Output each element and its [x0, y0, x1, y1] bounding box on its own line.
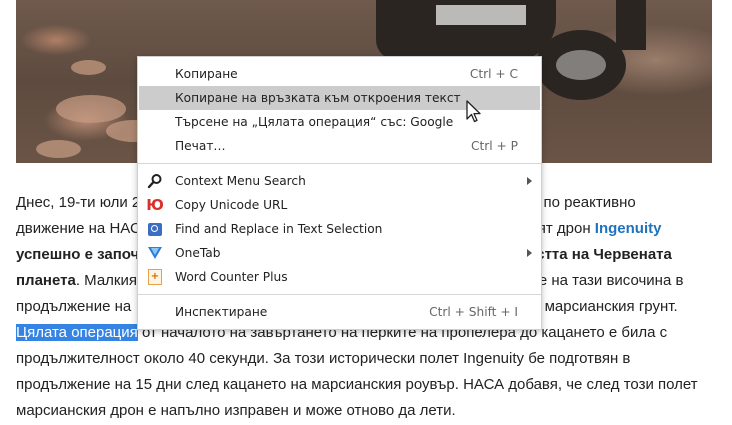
menu-item-label: Копиране на връзката към откроения текст: [175, 91, 461, 105]
menu-separator: [138, 294, 541, 295]
submenu-arrow-icon: [527, 177, 532, 185]
menu-item-find-and-replace[interactable]: Find and Replace in Text Selection: [139, 217, 540, 241]
article-line: продължителност около 40 секунди. За тоз…: [16, 350, 631, 367]
mouse-cursor-icon: [466, 100, 481, 123]
menu-item-print[interactable]: Печат… Ctrl + P: [139, 134, 540, 158]
magnifier-icon: [146, 172, 164, 190]
menu-item-label: Търсене на „Цялата операция“ със: Google: [175, 115, 454, 129]
menu-item-inspect[interactable]: Инспектиране Ctrl + Shift + I: [139, 300, 540, 324]
selected-text[interactable]: Цялата операция: [16, 324, 138, 341]
article-line: продължение на 15 дни след кацането на м…: [16, 376, 698, 393]
onetab-icon: [146, 244, 164, 262]
menu-item-label: OneTab: [175, 246, 221, 260]
menu-item-label: Copy Unicode URL: [175, 198, 288, 212]
menu-item-label: Печат…: [175, 139, 226, 153]
menu-item-label: Копиране: [175, 67, 238, 81]
context-menu: Копиране Ctrl + C Копиране на връзката к…: [137, 56, 542, 330]
menu-item-copy[interactable]: Копиране Ctrl + C: [139, 62, 540, 86]
menu-item-context-menu-search[interactable]: Context Menu Search: [139, 169, 540, 193]
article-line: марсианския дрон е напълно изправен и мо…: [16, 402, 456, 419]
submenu-arrow-icon: [527, 249, 532, 257]
menu-separator: [138, 163, 541, 164]
menu-item-word-counter-plus[interactable]: + Word Counter Plus: [139, 265, 540, 289]
menu-item-label: Context Menu Search: [175, 174, 306, 188]
menu-item-label: Word Counter Plus: [175, 270, 288, 284]
menu-item-shortcut: Ctrl + P: [471, 139, 518, 153]
unicode-icon: Ю: [146, 196, 164, 214]
word-counter-icon: +: [146, 268, 164, 286]
menu-item-shortcut: Ctrl + Shift + I: [429, 305, 518, 319]
find-replace-icon: [146, 220, 164, 238]
ingenuity-link[interactable]: Ingenuity: [595, 220, 662, 237]
menu-item-label: Find and Replace in Text Selection: [175, 222, 383, 236]
menu-item-shortcut: Ctrl + C: [469, 67, 518, 81]
menu-item-label: Инспектиране: [175, 305, 268, 319]
menu-item-onetab[interactable]: OneTab: [139, 241, 540, 265]
menu-item-copy-unicode-url[interactable]: Ю Copy Unicode URL: [139, 193, 540, 217]
